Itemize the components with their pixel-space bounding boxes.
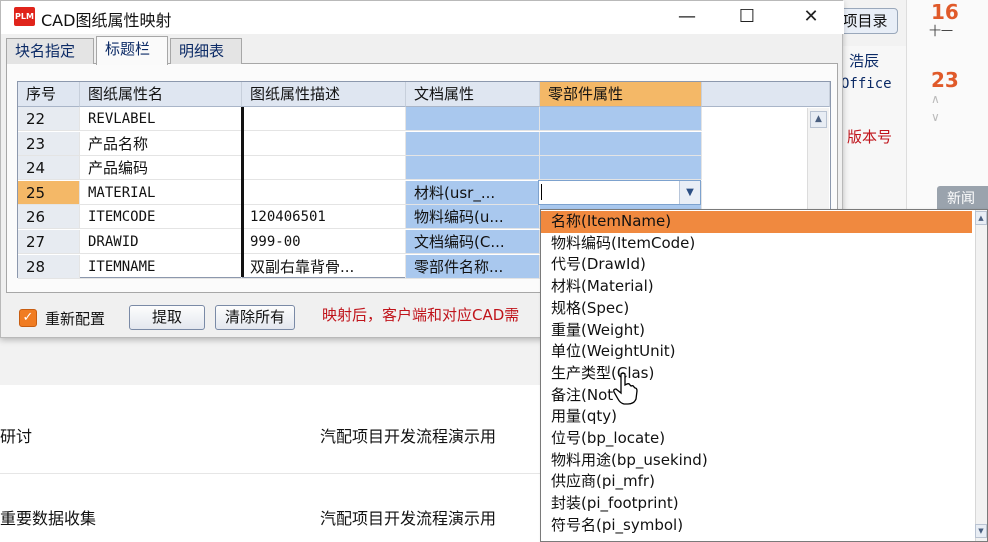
dropdown-option[interactable]: 用量(qty) [541, 406, 972, 428]
bg-side-item[interactable]: 浩辰 [849, 50, 879, 71]
attr-desc-cell[interactable] [242, 180, 406, 205]
dropdown-option[interactable]: 重量(Weight) [541, 320, 972, 342]
doc-attr-cell[interactable] [406, 156, 540, 181]
extract-button[interactable]: 提取 [129, 305, 205, 330]
clear-all-button[interactable]: 清除所有 [215, 305, 295, 330]
chevron-down-icon[interactable]: ∨ [931, 110, 940, 124]
part-attr-combobox[interactable] [538, 180, 701, 205]
list-item[interactable]: 汽配项目开发流程演示用 [320, 505, 496, 529]
row-number-cell[interactable]: 27 [18, 230, 80, 254]
column-header-part-attr[interactable]: 零部件属性 [540, 82, 702, 107]
part-attr-cell[interactable] [540, 131, 702, 156]
dropdown-option[interactable]: 符号名(pi_symbol) [541, 515, 972, 537]
attr-name-cell[interactable]: REVLABEL [80, 107, 242, 131]
column-header-filler [702, 82, 830, 107]
dropdown-option[interactable]: 名称(ItemName) [541, 211, 972, 233]
divider [0, 473, 540, 474]
minimize-icon[interactable]: — [665, 3, 709, 31]
row-number-cell[interactable]: 26 [18, 205, 80, 230]
row-number-cell[interactable]: 25 [18, 180, 80, 205]
row-number-cell[interactable]: 24 [18, 156, 80, 181]
attr-desc-cell[interactable] [242, 107, 406, 131]
title-bar[interactable]: PLM CAD图纸属性映射 — ☐ ✕ [1, 1, 844, 34]
tab-block-name[interactable]: 块名指定 [6, 38, 94, 64]
combo-dropdown-button[interactable]: ▼ [679, 181, 700, 204]
column-header-no[interactable]: 序号 [18, 82, 80, 107]
reconfig-label: 重新配置 [45, 310, 106, 328]
part-attr-dropdown: 名称(ItemName) 物料编码(ItemCode) 代号(DrawId) 材料(M… [540, 209, 988, 542]
calendar-day: 23 [931, 68, 959, 92]
mapping-note: 映射后，客户端和对应CAD需 [322, 306, 520, 324]
tab-detail-table[interactable]: 明细表 [170, 38, 242, 64]
attr-name-cell[interactable]: 产品编码 [80, 156, 242, 181]
hand-cursor-icon [613, 372, 638, 405]
dropdown-option[interactable]: 物料用途(bp_usekind) [541, 450, 972, 472]
chevron-up-icon[interactable]: ∧ [931, 92, 940, 106]
dropdown-option[interactable]: 物料编码(ItemCode) [541, 233, 972, 255]
calendar-day: 16 [931, 0, 959, 24]
attr-name-cell[interactable]: DRAWID [80, 230, 242, 254]
part-attr-cell[interactable] [540, 107, 702, 131]
attr-name-cell[interactable]: 产品名称 [80, 131, 242, 156]
dropdown-option[interactable]: 规格(Spec) [541, 298, 972, 320]
bg-side-item[interactable]: Office [841, 76, 892, 92]
doc-attr-cell[interactable]: 零部件名称... [406, 254, 540, 279]
plm-logo-icon: PLM [14, 7, 35, 26]
attr-name-cell[interactable]: ITEMNAME [80, 254, 242, 279]
maximize-icon[interactable]: ☐ [725, 3, 769, 31]
dropdown-option[interactable]: 单位(WeightUnit) [541, 341, 972, 363]
scroll-up-icon[interactable]: ▲ [810, 111, 827, 128]
column-header-attr-desc[interactable]: 图纸属性描述 [242, 82, 406, 107]
attr-name-cell[interactable]: MATERIAL [80, 180, 242, 205]
doc-attr-cell[interactable]: 材料(usr_... [406, 180, 540, 205]
dropdown-option[interactable]: 材料(Material) [541, 276, 972, 298]
column-header-doc-attr[interactable]: 文档属性 [406, 82, 540, 107]
list-item[interactable]: 重要数据收集 [0, 505, 96, 529]
column-splitter[interactable] [241, 107, 244, 277]
bg-task-list: 研讨 汽配项目开发流程演示用 重要数据收集 汽配项目开发流程演示用 [0, 385, 540, 542]
dropdown-option[interactable]: 供应商(pi_mfr) [541, 471, 972, 493]
part-attr-cell[interactable] [540, 156, 702, 181]
dropdown-option[interactable]: 封装(pi_footprint) [541, 493, 972, 515]
scroll-up-icon[interactable]: ▲ [975, 211, 987, 225]
tab-title-block[interactable]: 标题栏 [96, 36, 168, 65]
scroll-down-icon[interactable]: ▼ [975, 524, 987, 538]
text-caret [541, 184, 542, 200]
list-item[interactable]: 研讨 [0, 423, 32, 447]
dropdown-option[interactable]: 位号(bp_locate) [541, 428, 972, 450]
row-number-cell[interactable]: 23 [18, 131, 80, 156]
doc-attr-cell[interactable] [406, 131, 540, 156]
attr-desc-cell[interactable]: 999-00 [242, 230, 406, 254]
close-icon[interactable]: ✕ [789, 3, 833, 31]
attr-desc-cell[interactable]: 双副右靠背骨... [242, 254, 406, 279]
dropdown-option[interactable]: 生产类型(Clas) [541, 363, 972, 385]
dropdown-scrollbar[interactable]: ▲ ▼ [975, 210, 987, 541]
attr-desc-cell[interactable] [242, 131, 406, 156]
column-header-attr-name[interactable]: 图纸属性名 [80, 82, 242, 107]
attr-desc-cell[interactable]: 120406501 [242, 205, 406, 230]
attr-name-cell[interactable]: ITEMCODE [80, 205, 242, 230]
doc-attr-cell[interactable]: 文档编码(C... [406, 230, 540, 254]
calendar-lunar: 十一 [929, 24, 954, 38]
attr-desc-cell[interactable] [242, 156, 406, 181]
dialog-title: CAD图纸属性映射 [41, 11, 172, 30]
dropdown-option[interactable]: 代号(DrawId) [541, 254, 972, 276]
doc-attr-cell[interactable] [406, 107, 540, 131]
list-item[interactable]: 汽配项目开发流程演示用 [320, 423, 496, 447]
doc-attr-cell[interactable]: 物料编码(u... [406, 205, 540, 230]
row-number-cell[interactable]: 28 [18, 254, 80, 279]
bg-side-item: 版本号 [847, 128, 893, 146]
row-number-cell[interactable]: 22 [18, 107, 80, 131]
reconfig-checkbox[interactable]: ✓ [19, 309, 37, 327]
dropdown-option[interactable]: 备注(Not [541, 385, 972, 407]
